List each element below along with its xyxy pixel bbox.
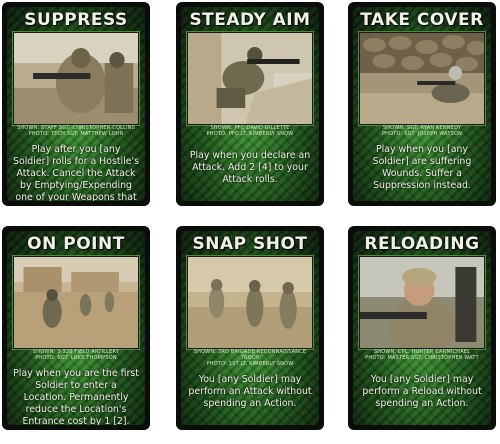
photo-credit: SHOWN: PFC DAVID GILLETTE PHOTO: PFC LT.… (185, 125, 315, 137)
card-suppress[interactable]: SUPPRESS SHOWN: STAFF SGT. CHRISTOPHER C… (2, 2, 150, 206)
card-take-cover[interactable]: TAKE COVER SHOWN: SGT. RYAN KENNEDY PHOT… (348, 2, 496, 206)
rules-text: Play after you [any Soldier] rolls for a… (13, 144, 139, 201)
photo-credit: SHOWN: 3RD BRIGADE RECONNAISSANCE TROOP … (185, 349, 315, 367)
photo-credit: SHOWN: 3-320 FIELD ARTILLERY PHOTO: SGT.… (11, 349, 141, 361)
card-title: RELOADING (364, 234, 480, 254)
card-rules-text: You [any Soldier] may perform a Reload w… (359, 366, 485, 419)
patrol-in-village-photo (13, 256, 139, 349)
photo-credit: SHOWN: SGT. RYAN KENNEDY PHOTO: SGT. JOS… (357, 125, 487, 137)
rules-text: You [any Soldier] may perform a Reload w… (362, 374, 482, 409)
card-snap-shot[interactable]: SNAP SHOT SHOWN: 3RD BRIGADE RECONNAISSA… (176, 226, 324, 430)
card-rules-text: You [any Soldier] may perform an Attack … (187, 366, 313, 419)
card-rules-text: Play when you declare an Attack. Add 2 [… (187, 142, 313, 195)
card-title: SNAP SHOT (192, 234, 308, 254)
soldier-prone-aiming-photo (187, 32, 313, 125)
rules-text: Play when you declare an Attack. Add 2 [… (189, 150, 311, 185)
card-rules-text: Play when you [any Soldier] are sufferin… (359, 142, 485, 195)
rules-text: You [any Soldier] may perform an Attack … (188, 374, 312, 409)
card-rules-text: Play after you [any Soldier] rolls for a… (13, 142, 139, 201)
soldiers-patrolling-dust-photo (187, 256, 313, 349)
card-reloading[interactable]: RELOADING SHOWN: CPL. HUNTER CARMICHAEL … (348, 226, 496, 430)
soldier-aiming-rifle-photo (13, 32, 139, 125)
soldier-close-up-rifle-photo (359, 256, 485, 349)
card-rules-text: Play when you are the first Soldier to e… (13, 366, 139, 425)
card-title: SUPPRESS (24, 10, 128, 30)
photo-credit: SHOWN: STAFF SGT. CHRISTOPHER COLLINS PH… (11, 125, 141, 137)
card-on-point[interactable]: ON POINT SHOWN: 3-320 FIELD ARTILLERY PH… (2, 226, 150, 430)
card-title: TAKE COVER (360, 10, 484, 30)
credit-photographer: PHOTO: PFC LT. KIMBERLY SNOW (206, 131, 294, 137)
credit-photographer: PHOTO: SGT. LUKE THOMPSON (35, 355, 117, 361)
rules-text: Play when you are the first Soldier to e… (13, 368, 139, 425)
soldier-behind-stone-wall-photo (359, 32, 485, 125)
credit-shown: SHOWN: 3RD BRIGADE RECONNAISSANCE TROOP (193, 349, 307, 361)
card-title: STEADY AIM (189, 10, 311, 30)
rules-text: Play when you [any Soldier] are sufferin… (372, 144, 472, 191)
card-title: ON POINT (27, 234, 125, 254)
photo-credit: SHOWN: CPL. HUNTER CARMICHAEL PHOTO: MAS… (357, 349, 487, 361)
credit-photographer: PHOTO: MASTER SGT. CHRISTOPHER WATT (365, 355, 479, 361)
credit-photographer: PHOTO: TECH SGT. MATTHEW LOHR (28, 131, 124, 137)
credit-photographer: PHOTO: SGT. JOSEPH WATSON (381, 131, 463, 137)
card-steady-aim[interactable]: STEADY AIM SHOWN: PFC DAVID GILLETTE PHO… (176, 2, 324, 206)
